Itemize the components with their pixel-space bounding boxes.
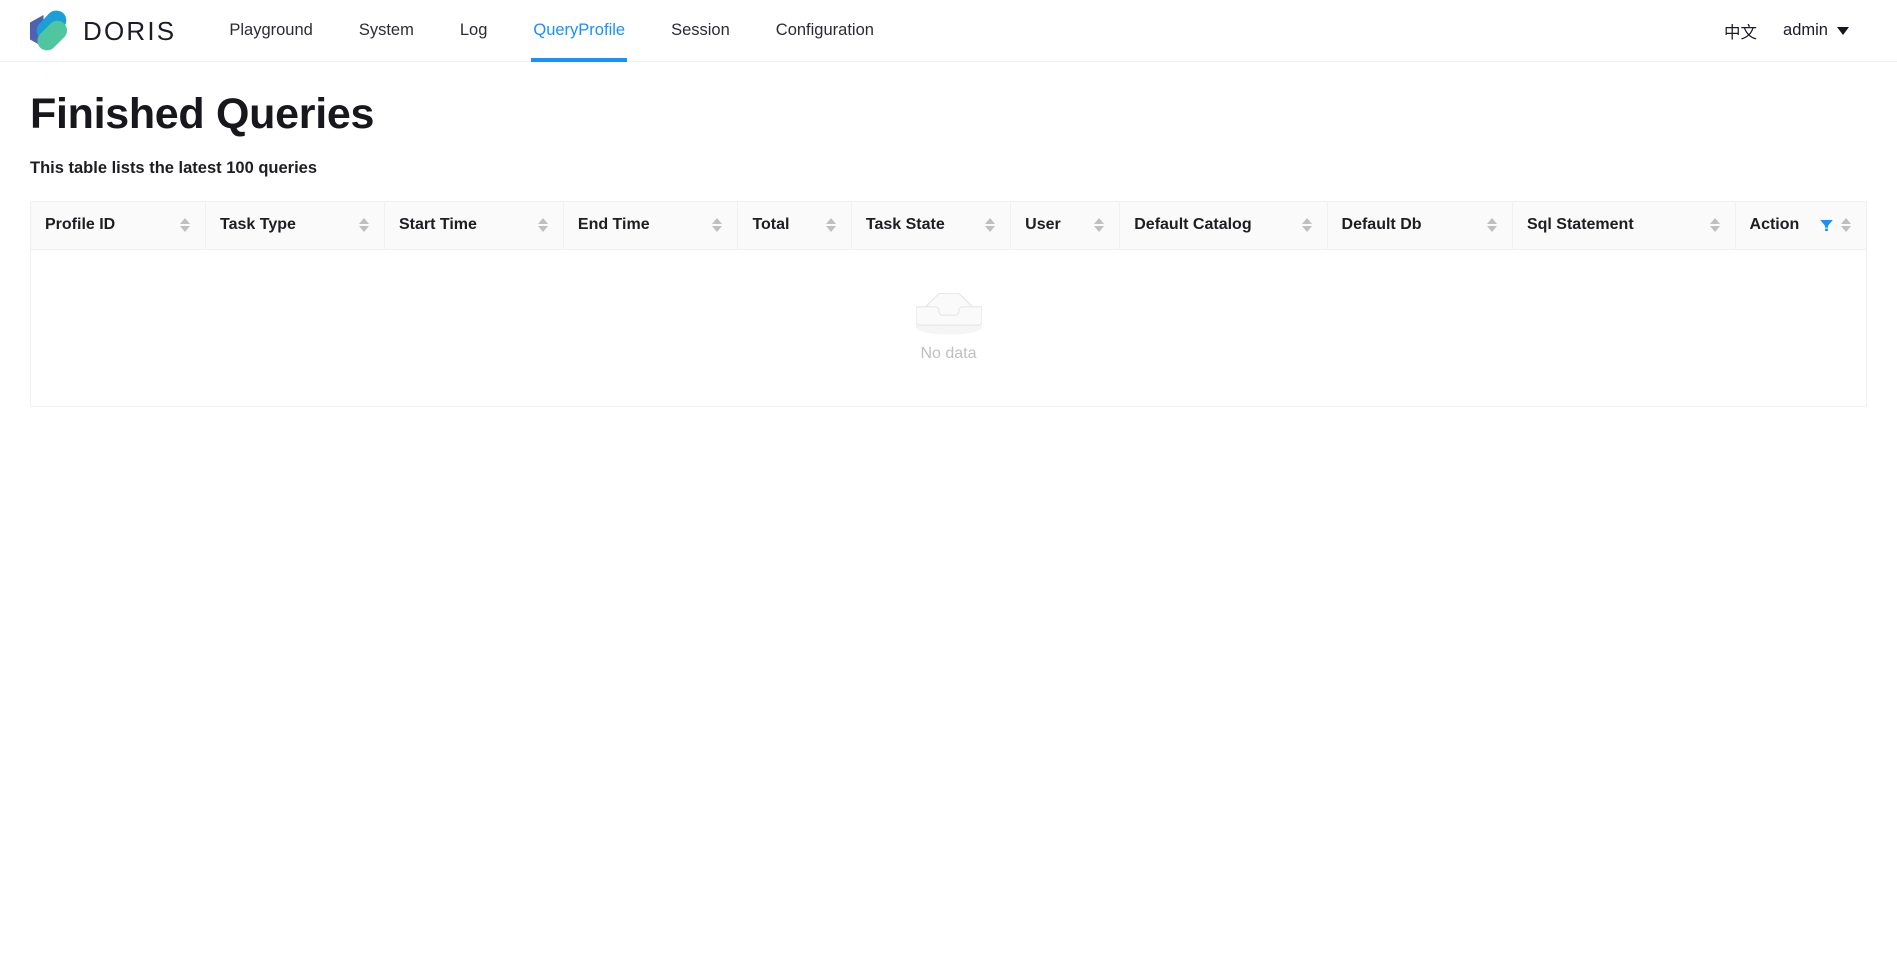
- sort-toggle-end-time[interactable]: [712, 218, 723, 233]
- column-header-profile-id[interactable]: Profile ID: [31, 202, 207, 250]
- language-switch[interactable]: 中文: [1724, 19, 1757, 43]
- user-name: admin: [1783, 21, 1828, 39]
- filter-funnel-icon[interactable]: [1819, 218, 1834, 233]
- column-header-default-catalog[interactable]: Default Catalog: [1119, 202, 1328, 250]
- sort-toggle-default-catalog[interactable]: [1301, 218, 1313, 233]
- user-menu[interactable]: admin: [1783, 21, 1849, 40]
- column-header-start-time[interactable]: Start Time: [384, 202, 564, 250]
- column-header-default-db[interactable]: Default Db: [1327, 202, 1513, 250]
- sort-toggle-default-db[interactable]: [1486, 218, 1498, 233]
- page-title: Finished Queries: [30, 90, 375, 138]
- column-header-action[interactable]: Action: [1735, 202, 1866, 250]
- nav-item-queryprofile[interactable]: QueryProfile: [510, 0, 648, 62]
- table-body: No data: [31, 249, 1866, 407]
- page-content: Finished Queries This table lists the la…: [0, 62, 1897, 408]
- column-label: Default Db: [1341, 216, 1422, 234]
- finished-queries-table: Profile ID Task Type Start Time End Time…: [30, 201, 1867, 408]
- sort-toggle-sql-statement[interactable]: [1709, 218, 1721, 233]
- sort-toggle-task-state[interactable]: [985, 218, 996, 233]
- column-header-end-time[interactable]: End Time: [563, 202, 739, 250]
- nav-item-system[interactable]: System: [336, 0, 437, 61]
- column-label: Profile ID: [45, 216, 116, 234]
- main-nav: Playground System Log QueryProfile Sessi…: [206, 0, 897, 62]
- sort-toggle-action[interactable]: [1841, 218, 1852, 233]
- column-label: Total: [752, 216, 790, 234]
- column-label: User: [1025, 216, 1061, 234]
- column-label: Action: [1749, 216, 1800, 234]
- empty-state-row: No data: [31, 249, 1866, 407]
- nav-item-session[interactable]: Session: [648, 0, 753, 61]
- empty-inbox-icon: [915, 292, 982, 335]
- column-header-total[interactable]: Total: [737, 202, 852, 250]
- nav-item-configuration[interactable]: Configuration: [753, 0, 897, 61]
- column-header-task-type[interactable]: Task Type: [205, 202, 385, 250]
- nav-item-log[interactable]: Log: [437, 0, 511, 61]
- column-label: Task Type: [220, 216, 296, 234]
- sort-toggle-task-type[interactable]: [358, 218, 370, 233]
- column-label: End Time: [577, 216, 650, 234]
- sort-toggle-user[interactable]: [1094, 218, 1105, 233]
- nav-item-playground[interactable]: Playground: [206, 0, 335, 61]
- top-navigation-bar: DORIS Playground System Log QueryProfile…: [0, 0, 1897, 62]
- column-label: Task State: [865, 216, 945, 234]
- empty-state: No data: [31, 292, 1866, 363]
- column-header-task-state[interactable]: Task State: [851, 202, 1012, 250]
- column-label: Start Time: [398, 216, 477, 234]
- sort-toggle-start-time[interactable]: [537, 218, 549, 233]
- brand-logo[interactable]: DORIS: [26, 0, 176, 61]
- sort-toggle-total[interactable]: [825, 218, 837, 233]
- table-header-row: Profile ID Task Type Start Time End Time…: [31, 202, 1866, 250]
- doris-logo-icon: [30, 10, 68, 50]
- column-header-user[interactable]: User: [1010, 202, 1121, 250]
- empty-state-cell: No data: [31, 249, 1866, 407]
- empty-state-text: No data: [920, 344, 977, 362]
- top-bar-right-actions: 中文 admin: [1724, 19, 1873, 43]
- column-label: Sql Statement: [1526, 216, 1634, 234]
- chevron-down-icon: [1837, 26, 1849, 35]
- page-subtitle: This table lists the latest 100 queries: [30, 159, 318, 178]
- brand-name: DORIS: [83, 15, 177, 46]
- column-label: Default Catalog: [1134, 216, 1252, 234]
- column-header-sql-statement[interactable]: Sql Statement: [1512, 202, 1736, 250]
- sort-toggle-profile-id[interactable]: [180, 218, 191, 233]
